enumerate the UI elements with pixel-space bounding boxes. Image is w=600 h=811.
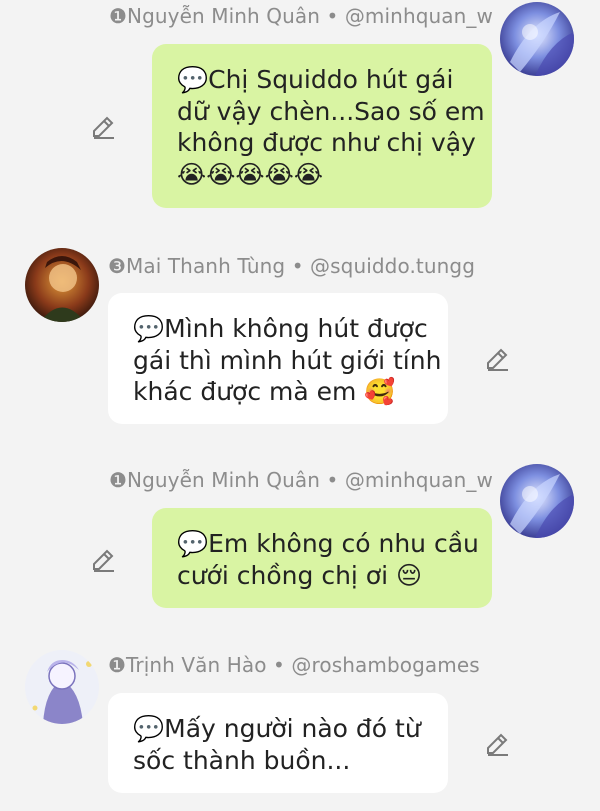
pencil-icon[interactable] (90, 545, 118, 573)
sender-header: ❶Nguyễn Minh Quân • @minhquan_w (109, 468, 493, 492)
pencil-icon[interactable] (484, 729, 512, 757)
emoji-row: 😭😭😭😭😭 (177, 159, 324, 189)
pencil-icon[interactable] (484, 344, 512, 372)
avatar[interactable] (25, 650, 99, 724)
message-text-line: 💬Chị Squiddo hút gái (177, 65, 454, 94)
avatar[interactable] (500, 464, 574, 538)
pencil-icon[interactable] (90, 112, 118, 140)
avatar[interactable] (500, 2, 574, 76)
message-text-line: 💬Em không có nhu cầu (177, 529, 479, 558)
sender-header: ❶Trịnh Văn Hào • @roshambogames (108, 653, 480, 677)
message-bubble[interactable]: 💬Chị Squiddo hút gái dữ vậy chèn...Sao s… (152, 44, 492, 208)
avatar[interactable] (25, 248, 99, 322)
message-bubble[interactable]: 💬Mình không hút được gái thì mình hút gi… (108, 293, 448, 424)
sender-header: ❸Mai Thanh Tùng • @squiddo.tungg (108, 254, 476, 278)
message-text-line: dữ vậy chèn...Sao số em (177, 96, 485, 126)
message-text-line: 💬Mấy người nào đó từ (133, 714, 421, 743)
message-text-line: khác được mà em 🥰 (133, 377, 396, 406)
message-text-line: cưới chồng chị ơi 😔 (177, 560, 423, 590)
message-text-line: gái thì mình hút giới tính (133, 345, 442, 375)
sender-header: ❶Nguyễn Minh Quân • @minhquan_w (109, 4, 493, 28)
message-text-line: 💬Mình không hút được (133, 314, 428, 343)
message-bubble[interactable]: 💬Em không có nhu cầu cưới chồng chị ơi 😔 (152, 508, 492, 608)
message-bubble[interactable]: 💬Mấy người nào đó từ sốc thành buồn... (108, 693, 448, 793)
message-text-line: sốc thành buồn... (133, 745, 351, 775)
message-text-line: không được như chị vậy (177, 128, 476, 157)
